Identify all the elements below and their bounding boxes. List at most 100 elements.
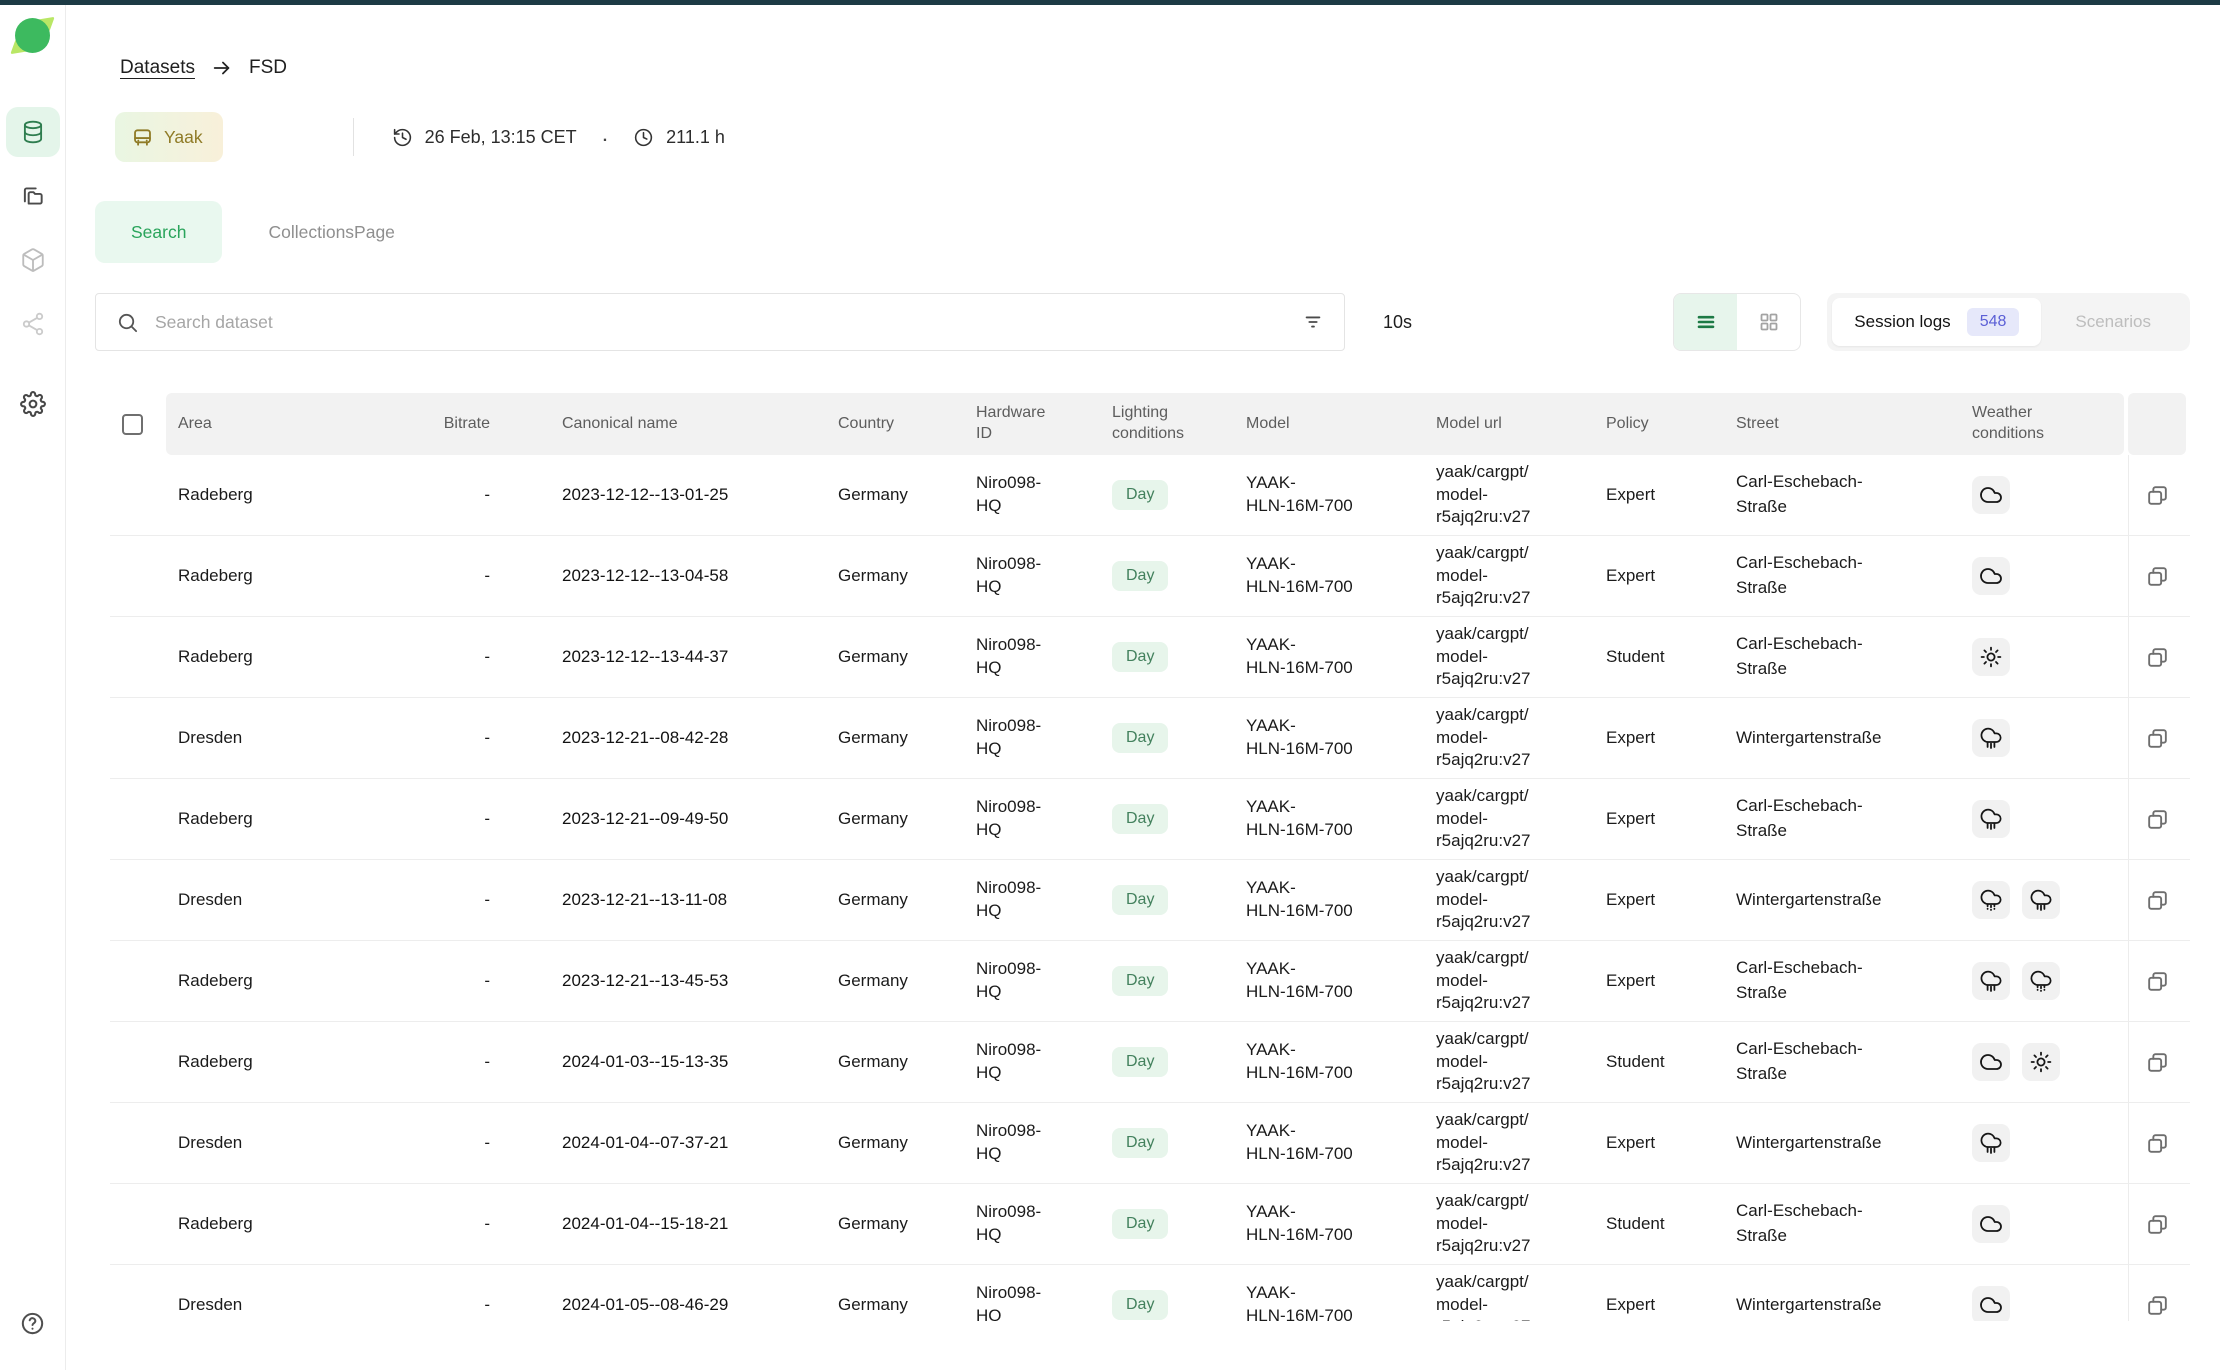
column-header-canonical-name[interactable]: Canonical name (506, 393, 826, 455)
cell-policy: Student (1596, 1214, 1724, 1234)
segment-scenarios[interactable]: Scenarios (2041, 312, 2185, 332)
column-header-weather[interactable]: Weather conditions (1962, 393, 2124, 455)
select-all-checkbox[interactable] (122, 414, 143, 435)
cell-lighting: Day (1104, 642, 1236, 672)
table-row[interactable]: Radeberg - 2024-01-04--15-18-21 Germany … (110, 1184, 2190, 1265)
copy-button[interactable] (2141, 479, 2174, 512)
cell-weather (1962, 557, 2124, 595)
cell-street: Carl-Eschebach-Straße (1724, 794, 1962, 843)
recorded-at: 26 Feb, 13:15 CET (392, 127, 577, 148)
cell-lighting: Day (1104, 561, 1236, 591)
table-row[interactable]: Radeberg - 2023-12-21--13-45-53 Germany … (110, 941, 2190, 1022)
cell-actions (2128, 1103, 2186, 1183)
rain-icon (2022, 881, 2060, 919)
sidebar-item-packages[interactable] (6, 235, 60, 285)
lighting-badge: Day (1112, 804, 1168, 834)
list-view-button[interactable] (1674, 294, 1737, 350)
cell-actions (2128, 941, 2186, 1021)
cell-policy: Student (1596, 1052, 1724, 1072)
sidebar-item-help[interactable] (6, 1298, 60, 1348)
drizzle-icon (2022, 962, 2060, 1000)
table-row[interactable]: Radeberg - 2023-12-21--09-49-50 Germany … (110, 779, 2190, 860)
table-row[interactable]: Radeberg - 2023-12-12--13-01-25 Germany … (110, 455, 2190, 536)
cell-weather (1962, 1286, 2124, 1321)
cell-model: YAAK- HLN-16M-700 (1236, 553, 1424, 599)
table-header: Area Bitrate Canonical name Country Hard… (110, 393, 2190, 455)
cell-lighting: Day (1104, 804, 1236, 834)
content-segmented-control: Session logs 548 Scenarios (1827, 293, 2190, 351)
column-header-bitrate[interactable]: Bitrate (436, 393, 506, 455)
column-header-policy[interactable]: Policy (1596, 393, 1724, 455)
cell-weather (1962, 476, 2124, 514)
sidebar-item-pipelines[interactable] (6, 299, 60, 349)
list-icon (1694, 310, 1718, 334)
cloud-icon (1972, 557, 2010, 595)
cell-lighting: Day (1104, 885, 1236, 915)
sidebar-item-settings[interactable] (6, 379, 60, 429)
copy-button[interactable] (2141, 1046, 2174, 1079)
filter-icon[interactable] (1302, 311, 1324, 333)
breadcrumb-datasets-link[interactable]: Datasets (120, 57, 195, 79)
copy-button[interactable] (2141, 965, 2174, 998)
history-clock-icon (392, 127, 413, 148)
copy-button[interactable] (2141, 560, 2174, 593)
cell-model: YAAK- HLN-16M-700 (1236, 1201, 1424, 1247)
tab-search[interactable]: Search (95, 201, 222, 263)
vehicle-badge[interactable]: Yaak (115, 112, 223, 162)
database-icon (20, 119, 46, 145)
column-header-street[interactable]: Street (1724, 393, 1962, 455)
copy-button[interactable] (2141, 803, 2174, 836)
clip-duration-label[interactable]: 10s (1383, 312, 1412, 333)
cell-actions (2128, 617, 2186, 697)
column-header-lighting[interactable]: Lighting conditions (1104, 393, 1236, 455)
nodes-icon (20, 311, 46, 337)
cell-policy: Expert (1596, 1295, 1724, 1315)
segment-session-logs[interactable]: Session logs 548 (1832, 298, 2041, 346)
cell-hardware-id: Niro098-HQ (976, 472, 1104, 518)
cell-street: Carl-Eschebach-Straße (1724, 1037, 1962, 1086)
cell-weather (1962, 1124, 2124, 1162)
cell-lighting: Day (1104, 723, 1236, 753)
table-row[interactable]: Dresden - 2024-01-04--07-37-21 Germany N… (110, 1103, 2190, 1184)
recorded-at-value: 26 Feb, 13:15 CET (425, 127, 577, 148)
column-header-model[interactable]: Model (1236, 393, 1424, 455)
cell-street: Wintergartenstraße (1724, 1131, 1962, 1156)
table-row[interactable]: Dresden - 2023-12-21--08-42-28 Germany N… (110, 698, 2190, 779)
cell-country: Germany (826, 1133, 976, 1153)
table-row[interactable]: Radeberg - 2023-12-12--13-44-37 Germany … (110, 617, 2190, 698)
total-duration-value: 211.1 h (666, 127, 725, 148)
sidebar-item-datasets[interactable] (6, 107, 60, 157)
rain-icon (1972, 962, 2010, 1000)
copy-button[interactable] (2141, 1289, 2174, 1322)
copy-button[interactable] (2141, 884, 2174, 917)
column-header-hardware-id[interactable]: Hardware ID (976, 393, 1104, 455)
cell-policy: Expert (1596, 809, 1724, 829)
cloud-icon (1972, 1286, 2010, 1321)
cell-canonical-name: 2023-12-21--09-49-50 (506, 809, 826, 829)
cell-model-url: yaak/​cargpt/​model-r5ajq2ru:v27 (1424, 947, 1596, 1014)
copy-button[interactable] (2141, 641, 2174, 674)
lighting-badge: Day (1112, 1209, 1168, 1239)
dataset-table: Area Bitrate Canonical name Country Hard… (110, 393, 2190, 1321)
cell-model-url: yaak/​cargpt/​model-r5ajq2ru:v27 (1424, 785, 1596, 852)
cell-bitrate: - (436, 647, 506, 667)
tab-collections-page[interactable]: CollectionsPage (222, 201, 440, 263)
column-header-model-url[interactable]: Model url (1424, 393, 1596, 455)
column-header-area[interactable]: Area (166, 393, 436, 455)
cell-lighting: Day (1104, 1209, 1236, 1239)
cell-hardware-id: Niro098-HQ (976, 1039, 1104, 1085)
column-header-country[interactable]: Country (826, 393, 976, 455)
cell-canonical-name: 2023-12-12--13-01-25 (506, 485, 826, 505)
sidebar-item-collections[interactable] (6, 171, 60, 221)
copy-button[interactable] (2141, 1208, 2174, 1241)
table-row[interactable]: Radeberg - 2023-12-12--13-04-58 Germany … (110, 536, 2190, 617)
cell-policy: Expert (1596, 485, 1724, 505)
copy-button[interactable] (2141, 722, 2174, 755)
search-input[interactable] (155, 312, 1302, 333)
table-row[interactable]: Dresden - 2023-12-21--13-11-08 Germany N… (110, 860, 2190, 941)
table-row[interactable]: Dresden - 2024-01-05--08-46-29 Germany N… (110, 1265, 2190, 1321)
grid-view-button[interactable] (1737, 294, 1800, 350)
table-row[interactable]: Radeberg - 2024-01-03--15-13-35 Germany … (110, 1022, 2190, 1103)
cell-area: Radeberg (166, 1214, 436, 1234)
copy-button[interactable] (2141, 1127, 2174, 1160)
